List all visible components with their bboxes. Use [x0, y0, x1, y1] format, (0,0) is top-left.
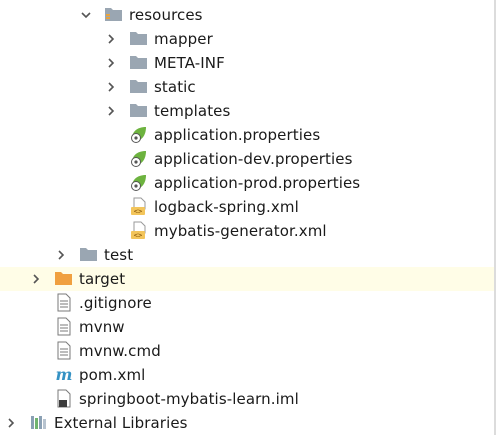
tree-row-label: resources	[129, 6, 203, 24]
xml-file-icon	[129, 219, 149, 243]
tree-row-label: pom.xml	[79, 366, 146, 384]
tree-row-label: mybatis-generator.xml	[154, 222, 327, 240]
tree-row-target[interactable]: target	[0, 267, 494, 291]
tree-row-application-dev-properties[interactable]: application-dev.properties	[0, 147, 494, 171]
chevron-right-icon[interactable]	[55, 243, 67, 267]
tree-row-pom-xml[interactable]: m pom.xml	[0, 363, 494, 387]
maven-icon: m	[54, 363, 74, 387]
excluded-folder-icon	[54, 267, 74, 291]
tree-row-label: .gitignore	[79, 294, 152, 312]
tree-row-application-prod-properties[interactable]: application-prod.properties	[0, 171, 494, 195]
spring-properties-icon	[129, 147, 149, 171]
resources-folder-icon	[104, 3, 124, 27]
tree-row-meta-inf[interactable]: META-INF	[0, 51, 494, 75]
tree-row-label: test	[104, 246, 134, 264]
spring-properties-icon	[129, 123, 149, 147]
chevron-right-icon[interactable]	[105, 27, 117, 51]
tree-row-label: springboot-mybatis-learn.iml	[79, 390, 299, 408]
chevron-right-icon[interactable]	[5, 411, 17, 435]
tree-row-label: static	[154, 78, 196, 96]
tree-row-mvnw[interactable]: mvnw	[0, 315, 494, 339]
tree-row-label: target	[79, 270, 126, 288]
tree-row-label: External Libraries	[54, 414, 188, 432]
tree-row-mybatis-generator-xml[interactable]: mybatis-generator.xml	[0, 219, 494, 243]
tree-row-gitignore[interactable]: .gitignore	[0, 291, 494, 315]
tree-row-label: mvnw	[79, 318, 125, 336]
tree-row-mvnw-cmd[interactable]: mvnw.cmd	[0, 339, 494, 363]
tree-row-label: mapper	[154, 30, 213, 48]
tree-row-resources[interactable]: resources	[0, 3, 494, 27]
tree-row-label: logback-spring.xml	[154, 198, 299, 216]
tree-row-templates[interactable]: templates	[0, 99, 494, 123]
text-file-icon	[54, 315, 74, 339]
svg-text:m: m	[56, 365, 73, 384]
spring-properties-icon	[129, 171, 149, 195]
tree-row-external-libraries[interactable]: External Libraries	[0, 411, 494, 435]
chevron-down-icon[interactable]	[80, 3, 92, 27]
tree-row-label: application.properties	[154, 126, 321, 144]
folder-icon	[129, 99, 149, 123]
folder-icon	[79, 243, 99, 267]
panel-divider	[494, 0, 496, 435]
tree-row-mapper[interactable]: mapper	[0, 27, 494, 51]
chevron-right-icon[interactable]	[105, 75, 117, 99]
tree-row-application-properties[interactable]: application.properties	[0, 123, 494, 147]
tree-row-iml-file[interactable]: springboot-mybatis-learn.iml	[0, 387, 494, 411]
chevron-right-icon[interactable]	[30, 267, 42, 291]
tree-row-logback-spring-xml[interactable]: logback-spring.xml	[0, 195, 494, 219]
tree-row-static[interactable]: static	[0, 75, 494, 99]
tree-row-label: templates	[154, 102, 231, 120]
folder-icon	[129, 51, 149, 75]
tree-row-label: mvnw.cmd	[79, 342, 161, 360]
text-file-icon	[54, 339, 74, 363]
folder-icon	[129, 75, 149, 99]
folder-icon	[129, 27, 149, 51]
chevron-right-icon[interactable]	[105, 51, 117, 75]
libraries-icon	[29, 411, 49, 435]
xml-file-icon	[129, 195, 149, 219]
tree-row-test[interactable]: test	[0, 243, 494, 267]
text-file-icon	[54, 291, 74, 315]
tree-row-label: META-INF	[154, 54, 225, 72]
tree-row-label: application-dev.properties	[154, 150, 353, 168]
module-file-icon	[54, 387, 74, 411]
chevron-right-icon[interactable]	[105, 99, 117, 123]
tree-row-label: application-prod.properties	[154, 174, 361, 192]
